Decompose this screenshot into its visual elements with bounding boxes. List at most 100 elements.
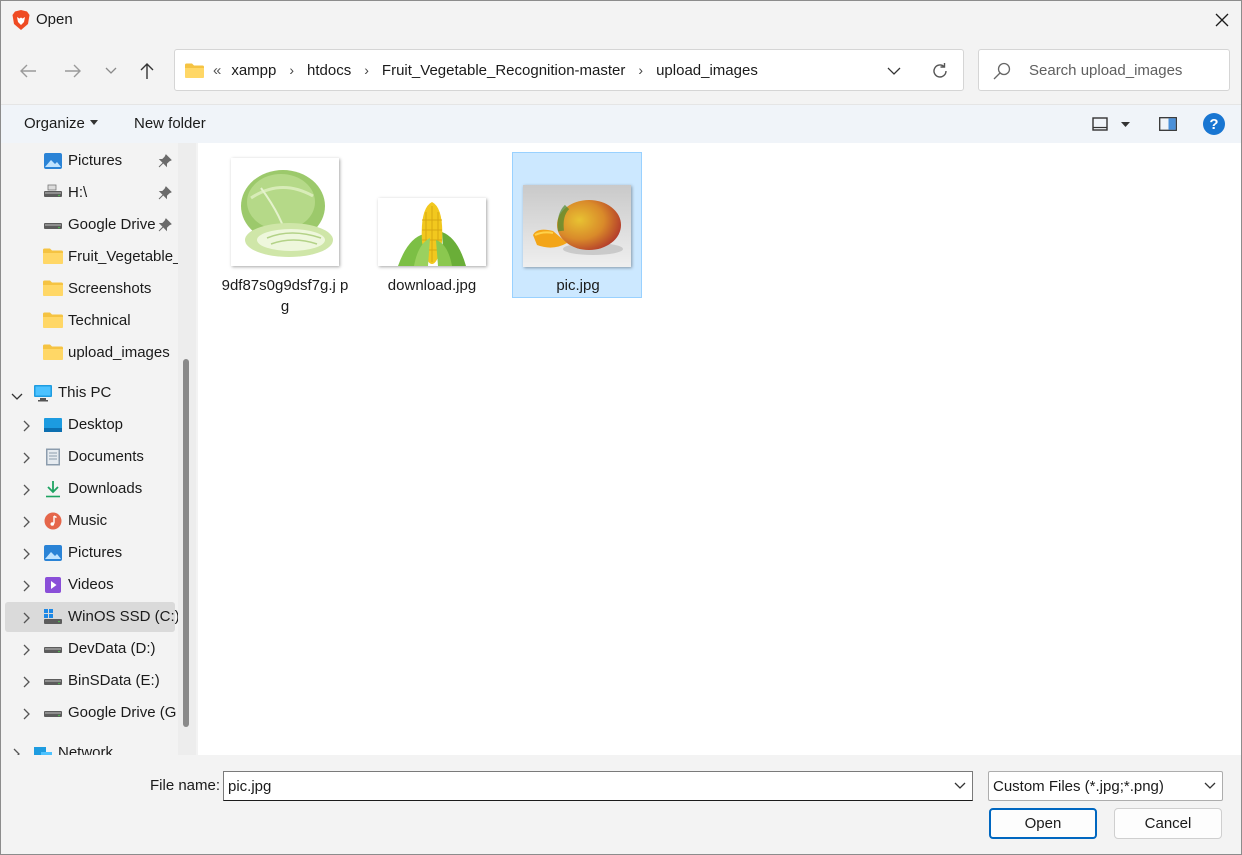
sidebar-item-videos[interactable]: Videos xyxy=(1,570,178,600)
chevron-right-icon[interactable] xyxy=(23,483,33,496)
sidebar-item-label: WinOS SSD (C:) xyxy=(68,608,178,625)
chevron-right-icon[interactable] xyxy=(23,643,33,656)
sidebar-item-binsdata[interactable]: BinSData (E:) xyxy=(1,666,178,696)
sidebar-item-downloads[interactable]: Downloads xyxy=(1,474,178,504)
sidebar-item-label: Screenshots xyxy=(68,280,152,297)
file-item[interactable]: download.jpg xyxy=(367,152,497,298)
sidebar-item-label: DevData (D:) xyxy=(68,640,156,657)
chevron-right-icon[interactable] xyxy=(23,675,33,688)
music-icon xyxy=(43,512,63,530)
organize-button[interactable]: Organize xyxy=(24,115,98,132)
breadcrumb-project[interactable]: Fruit_Vegetable_Recognition-master xyxy=(382,62,625,79)
file-type-value: Custom Files (*.jpg;*.png) xyxy=(993,778,1164,795)
file-name: 9df87s0g9dsf7g.j pg xyxy=(221,277,349,315)
chevron-right-icon[interactable] xyxy=(23,579,33,592)
sidebar-item-pictures[interactable]: Pictures xyxy=(1,538,178,568)
sidebar-item-google-drive-quick[interactable]: Google Drive xyxy=(1,210,178,240)
sidebar-item-label: Pictures xyxy=(68,152,123,169)
title-bar: Open xyxy=(1,1,1241,39)
sidebar-item-this-pc[interactable]: This PC xyxy=(1,378,178,408)
sidebar-item-winos-ssd[interactable]: WinOS SSD (C:) xyxy=(5,602,178,632)
network-icon xyxy=(33,744,53,755)
file-name-value[interactable]: pic.jpg xyxy=(228,778,271,795)
chevron-down-icon[interactable] xyxy=(952,778,968,794)
sidebar-item-fruit-vegetable[interactable]: Fruit_Vegetable_ xyxy=(1,242,178,272)
sidebar-item-technical[interactable]: Technical xyxy=(1,306,178,336)
preview-pane-icon[interactable] xyxy=(1156,113,1180,135)
help-icon[interactable]: ? xyxy=(1203,113,1225,135)
pin-icon xyxy=(158,218,172,232)
chevron-right-icon[interactable] xyxy=(23,611,33,624)
chevron-right-icon[interactable] xyxy=(23,451,33,464)
sidebar-item-music[interactable]: Music xyxy=(1,506,178,536)
up-arrow-icon[interactable] xyxy=(133,57,161,85)
sidebar-item-label: BinSData (E:) xyxy=(68,672,160,689)
folder-icon xyxy=(185,63,204,78)
sidebar-item-upload-images[interactable]: upload_images xyxy=(1,338,178,368)
chevron-right-icon[interactable] xyxy=(23,707,33,720)
breadcrumb-upload-images[interactable]: upload_images xyxy=(656,62,758,79)
file-name: download.jpg xyxy=(387,277,477,294)
chevron-down-icon[interactable] xyxy=(11,388,23,400)
file-type-select[interactable]: Custom Files (*.jpg;*.png) xyxy=(988,771,1223,801)
breadcrumb-overflow[interactable]: « xyxy=(213,62,221,79)
sidebar-item-devdata[interactable]: DevData (D:) xyxy=(1,634,178,664)
drive-icon xyxy=(43,640,63,658)
open-file-dialog: Open « xampp › htdocs › Fruit_Vegetable_… xyxy=(0,0,1242,855)
sidebar-item-label: Google Drive (G xyxy=(68,704,177,721)
cancel-button[interactable]: Cancel xyxy=(1114,808,1222,839)
chevron-down-icon[interactable] xyxy=(1202,778,1218,794)
sidebar-item-desktop[interactable]: Desktop xyxy=(1,410,178,440)
file-name-field[interactable]: pic.jpg xyxy=(223,771,973,801)
breadcrumb-xampp[interactable]: xampp xyxy=(231,62,276,79)
forward-arrow-icon[interactable] xyxy=(59,57,87,85)
chevron-right-icon[interactable]: › xyxy=(364,62,369,78)
videos-icon xyxy=(43,576,63,594)
downloads-icon xyxy=(43,480,63,498)
refresh-icon[interactable] xyxy=(928,59,952,83)
sidebar-item-label: Google Drive xyxy=(68,216,156,233)
view-mode-icon[interactable] xyxy=(1089,113,1111,135)
search-box[interactable]: Search upload_images xyxy=(978,49,1230,91)
open-button[interactable]: Open xyxy=(989,808,1097,839)
sidebar-item-h-drive[interactable]: H:\ xyxy=(1,178,178,208)
pictures-icon xyxy=(43,152,63,170)
chevron-right-icon[interactable] xyxy=(13,747,23,755)
address-history-chevron-icon[interactable] xyxy=(883,60,905,82)
chevron-right-icon[interactable] xyxy=(23,515,33,528)
breadcrumb-htdocs[interactable]: htdocs xyxy=(307,62,351,79)
recent-locations-chevron-icon[interactable] xyxy=(97,57,125,85)
close-icon[interactable] xyxy=(1207,5,1237,35)
sidebar-scrollbar[interactable] xyxy=(178,143,196,755)
this-pc-icon xyxy=(33,384,53,402)
sidebar-item-google-drive[interactable]: Google Drive (G xyxy=(1,698,178,728)
chevron-right-icon[interactable] xyxy=(23,547,33,560)
drive-icon xyxy=(43,184,63,202)
file-list[interactable]: 9df87s0g9dsf7g.j pg download.jpg pic.jpg xyxy=(198,143,1241,755)
window-title: Open xyxy=(36,11,73,28)
sidebar-item-label: Videos xyxy=(68,576,114,593)
breadcrumb: « xampp › htdocs › Fruit_Vegetable_Recog… xyxy=(185,50,758,90)
sidebar-item-label: upload_images xyxy=(68,344,170,361)
sidebar-item-label: Downloads xyxy=(68,480,143,497)
sidebar-item-network[interactable]: Network xyxy=(1,738,178,755)
sidebar-item-screenshots[interactable]: Screenshots xyxy=(1,274,178,304)
sidebar-item-label: Music xyxy=(68,512,108,529)
cabbage-thumbnail xyxy=(231,158,339,266)
file-item[interactable]: 9df87s0g9dsf7g.j pg xyxy=(220,152,350,315)
brave-lion-icon xyxy=(11,9,31,31)
folder-icon xyxy=(43,344,63,362)
caret-down-icon[interactable] xyxy=(1118,115,1132,133)
new-folder-button[interactable]: New folder xyxy=(134,115,206,132)
sidebar-item-documents[interactable]: Documents xyxy=(1,442,178,472)
chevron-right-icon[interactable]: › xyxy=(289,62,294,78)
chevron-right-icon[interactable]: › xyxy=(638,62,643,78)
file-item-selected[interactable]: pic.jpg xyxy=(512,152,642,298)
scrollbar-thumb[interactable] xyxy=(183,359,189,727)
address-bar[interactable]: « xampp › htdocs › Fruit_Vegetable_Recog… xyxy=(174,49,964,91)
sidebar-item-pictures-quick[interactable]: Pictures xyxy=(1,146,178,176)
search-input[interactable]: Search upload_images xyxy=(1029,62,1182,79)
back-arrow-icon[interactable] xyxy=(14,57,42,85)
sidebar-item-label: Desktop xyxy=(68,416,124,433)
chevron-right-icon[interactable] xyxy=(23,419,33,432)
